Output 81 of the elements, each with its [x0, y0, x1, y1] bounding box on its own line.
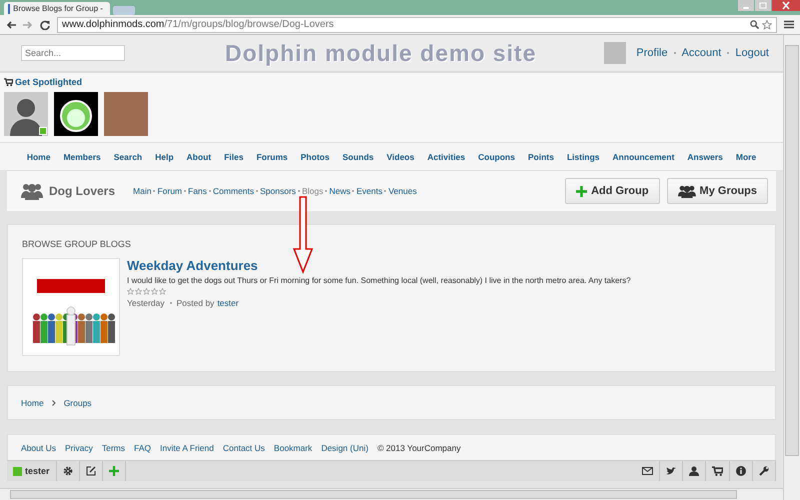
nav-link[interactable]: Listings — [566, 152, 600, 162]
cart-icon — [4, 78, 13, 86]
group-button[interactable]: Add Group — [565, 178, 660, 204]
footer-link[interactable]: Design (Uni) — [321, 442, 368, 452]
nav-link[interactable]: Activities — [427, 152, 466, 162]
people-icon — [678, 184, 696, 198]
nav-link[interactable]: Home — [26, 152, 50, 162]
footer-link[interactable]: Contact Us — [222, 442, 265, 452]
group-tab[interactable]: Venues — [388, 186, 417, 196]
nav-link[interactable]: Announcement — [612, 152, 674, 162]
plus-icon — [576, 186, 588, 196]
user-link[interactable]: Profile — [636, 47, 668, 59]
group-tab[interactable]: Forum — [157, 186, 182, 196]
user-link[interactable]: Account — [682, 47, 722, 59]
post-text: I would like to get the dogs out Thurs or Fri morning for some fun. Something local (well, reasonably) I live in the north metro area. Any takers? — [127, 276, 631, 285]
nav-link[interactable]: Coupons — [478, 152, 515, 162]
person-icon[interactable] — [689, 466, 699, 476]
group-tab[interactable]: Fans — [188, 186, 207, 196]
group-tab[interactable]: Comments — [212, 186, 254, 196]
menu-icon[interactable] — [784, 20, 794, 29]
footer-link[interactable]: Bookmark — [274, 442, 312, 452]
star-icon[interactable] — [762, 20, 772, 30]
nav-link[interactable]: Members — [63, 152, 101, 162]
group-tab[interactable]: Main — [133, 186, 152, 196]
user-link[interactable]: Logout — [735, 47, 769, 59]
browser-tab[interactable]: Browse Blogs for Group - — [4, 2, 110, 15]
nav-link[interactable]: Search — [114, 152, 142, 162]
nav-link[interactable]: Forums — [256, 152, 288, 162]
post-title[interactable]: Weekday Adventures — [127, 258, 631, 273]
nav-link[interactable]: Videos — [386, 152, 414, 162]
group-tab[interactable]: Blogs — [302, 186, 324, 196]
close-button[interactable] — [772, 0, 800, 11]
cart-icon[interactable] — [712, 466, 723, 476]
zoom-icon[interactable] — [750, 20, 759, 29]
footer-link[interactable]: Privacy — [64, 442, 93, 452]
footer-link[interactable]: Terms — [102, 442, 125, 452]
group-button[interactable]: My Groups — [666, 178, 768, 204]
site-title: Dolphin module demo site — [225, 40, 537, 66]
wrench-icon[interactable] — [759, 466, 769, 476]
address-bar[interactable]: www.dolphinmods.com/71/m/groups/blog/browse/Dog-Lovers — [57, 16, 777, 32]
member-avatar[interactable] — [54, 92, 98, 136]
reload-icon[interactable] — [40, 20, 50, 30]
info-icon[interactable] — [736, 466, 746, 476]
rating-stars[interactable] — [127, 288, 166, 295]
section-heading: BROWSE GROUP BLOGS — [22, 239, 132, 249]
group-tab[interactable]: Events — [356, 186, 382, 196]
group-tab[interactable]: Sponsors — [260, 186, 296, 196]
nav-link[interactable]: About — [186, 152, 212, 162]
spotlight-link[interactable]: Get Spotlighted — [15, 77, 82, 87]
nav-link[interactable]: Sounds — [342, 152, 374, 162]
page-icon — [8, 4, 10, 14]
nav-link[interactable]: Help — [155, 152, 174, 162]
settings-icon[interactable] — [62, 466, 73, 476]
mail-icon[interactable] — [642, 467, 653, 475]
search-field[interactable]: Search... — [21, 45, 125, 61]
nav-link[interactable]: Answers — [687, 152, 723, 162]
group-name: Dog Lovers — [49, 184, 116, 198]
breadcrumb-link[interactable]: Home — [21, 398, 44, 408]
tab-title: Browse Blogs for Group - — [13, 4, 103, 13]
user-menu[interactable]: tester — [7, 461, 57, 481]
bird-icon[interactable] — [666, 466, 676, 476]
nav-link[interactable]: Points — [528, 152, 554, 162]
avatar-placeholder — [604, 42, 626, 64]
posted-by-label: Posted by — [176, 298, 214, 308]
nav-link[interactable]: Photos — [300, 152, 330, 162]
nav-link[interactable]: More — [736, 152, 756, 162]
horizontal-scrollbar[interactable] — [0, 488, 783, 500]
group-tab[interactable]: News — [329, 186, 350, 196]
footer-link[interactable]: Invite A Friend — [160, 442, 214, 452]
group-icon — [21, 182, 43, 200]
breadcrumb-link[interactable]: Groups — [64, 398, 92, 408]
copyright: © 2013 YourCompany — [377, 442, 461, 452]
author-link[interactable]: tester — [217, 298, 239, 308]
edit-icon[interactable] — [86, 466, 96, 476]
back-icon[interactable] — [6, 20, 16, 28]
nav-link[interactable]: Files — [224, 152, 244, 162]
footer-link[interactable]: FAQ — [134, 442, 151, 452]
post-date: Yesterday — [127, 298, 164, 308]
footer-link[interactable]: About Us — [21, 442, 56, 452]
chevron-icon — [52, 400, 56, 406]
vertical-scrollbar[interactable] — [783, 35, 800, 500]
